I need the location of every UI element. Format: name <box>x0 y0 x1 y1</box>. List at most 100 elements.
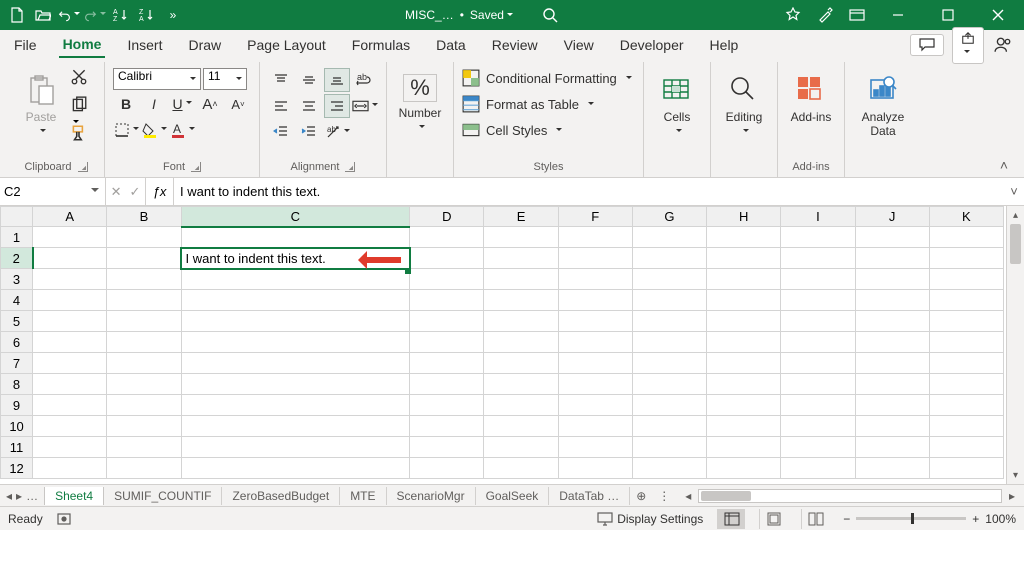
tab-home[interactable]: Home <box>59 32 106 58</box>
sort-asc-icon[interactable]: AZ <box>110 4 132 26</box>
open-file-icon[interactable] <box>32 4 54 26</box>
addins-button[interactable]: Add-ins <box>786 68 836 156</box>
borders-button[interactable] <box>113 118 139 142</box>
conditional-formatting-button[interactable]: Conditional Formatting <box>462 68 632 88</box>
comments-button[interactable] <box>910 34 944 56</box>
new-file-icon[interactable] <box>6 4 28 26</box>
premium-icon[interactable] <box>782 4 804 26</box>
sheet-tab[interactable]: ZeroBasedBudget <box>222 487 340 505</box>
fx-icon[interactable]: ƒx <box>146 178 174 205</box>
tab-data[interactable]: Data <box>432 33 470 57</box>
view-page-layout-icon[interactable] <box>759 509 787 529</box>
row-header[interactable]: 1 <box>1 227 33 248</box>
tab-page-layout[interactable]: Page Layout <box>243 33 330 57</box>
row-header[interactable]: 11 <box>1 437 33 458</box>
align-left-icon[interactable] <box>268 94 294 118</box>
expand-formula-bar-icon[interactable]: ˅ <box>1004 178 1024 205</box>
number-format-button[interactable]: % Number <box>395 68 445 156</box>
underline-button[interactable]: U <box>169 92 195 116</box>
col-header[interactable]: D <box>410 207 484 227</box>
format-painter-icon[interactable] <box>70 124 96 150</box>
row-header[interactable]: 4 <box>1 290 33 311</box>
row-header[interactable]: 7 <box>1 353 33 374</box>
row-header[interactable]: 2 <box>1 248 33 269</box>
sheet-tab[interactable]: ScenarioMgr <box>387 487 476 505</box>
sheet-tab[interactable]: SUMIF_COUNTIF <box>104 487 222 505</box>
paste-dropdown-icon[interactable] <box>37 124 46 138</box>
editing-button[interactable]: Editing <box>719 68 769 156</box>
tab-file[interactable]: File <box>10 33 41 57</box>
sheet-nav-prev-icon[interactable]: ◂ <box>6 489 12 503</box>
sheet-nav-next-icon[interactable]: ▸ <box>16 489 22 503</box>
row-header[interactable]: 8 <box>1 374 33 395</box>
close-button[interactable] <box>978 0 1018 30</box>
view-page-break-icon[interactable] <box>801 509 829 529</box>
sheet-tab[interactable]: MTE <box>340 487 386 505</box>
col-header[interactable]: K <box>929 207 1003 227</box>
col-header[interactable]: C <box>181 207 410 227</box>
qat-more-icon[interactable]: » <box>162 4 184 26</box>
account-icon[interactable] <box>992 34 1014 56</box>
col-header[interactable]: H <box>707 207 781 227</box>
enter-formula-icon[interactable]: ✓ <box>130 184 141 200</box>
maximize-button[interactable] <box>928 0 968 30</box>
tab-view[interactable]: View <box>560 33 598 57</box>
zoom-in-icon[interactable]: + <box>972 512 979 526</box>
hscroll-left-icon[interactable]: ◂ <box>680 489 696 503</box>
collapse-ribbon-icon[interactable]: ˄ <box>992 62 1016 177</box>
search-icon[interactable] <box>539 4 561 26</box>
hscroll-thumb[interactable] <box>701 491 751 501</box>
redo-icon[interactable] <box>84 4 106 26</box>
ribbon-mode-icon[interactable] <box>846 4 868 26</box>
zoom-slider[interactable] <box>856 517 966 520</box>
sheet-nav-more[interactable]: … <box>26 489 38 503</box>
select-all-corner[interactable] <box>1 207 33 227</box>
sort-desc-icon[interactable]: ZA <box>136 4 158 26</box>
analyze-data-button[interactable]: Analyze Data <box>853 68 913 156</box>
tab-draw[interactable]: Draw <box>184 33 225 57</box>
row-header[interactable]: 6 <box>1 332 33 353</box>
view-normal-icon[interactable] <box>717 509 745 529</box>
bold-button[interactable]: B <box>113 92 139 116</box>
tab-help[interactable]: Help <box>706 33 743 57</box>
hscroll-right-icon[interactable]: ▸ <box>1004 489 1020 503</box>
cancel-formula-icon[interactable]: ✕ <box>111 184 122 200</box>
row-header[interactable]: 12 <box>1 458 33 479</box>
cells-button[interactable]: Cells <box>652 68 702 156</box>
number-dropdown-icon[interactable] <box>416 120 425 134</box>
col-header[interactable]: J <box>855 207 929 227</box>
cells-table[interactable]: A B C D E F G H I J K 1 2I want to inden… <box>0 206 1004 479</box>
font-color-button[interactable]: A <box>169 118 195 142</box>
display-settings-button[interactable]: Display Settings <box>597 512 703 526</box>
col-header[interactable]: A <box>33 207 107 227</box>
macro-record-icon[interactable] <box>57 512 73 526</box>
minimize-button[interactable] <box>878 0 918 30</box>
grow-font-button[interactable]: A˄ <box>197 92 223 116</box>
name-box[interactable]: C2 <box>0 178 106 205</box>
tab-formulas[interactable]: Formulas <box>348 33 414 57</box>
increase-indent-icon[interactable] <box>296 120 322 144</box>
col-header[interactable]: F <box>558 207 632 227</box>
row-header[interactable]: 5 <box>1 311 33 332</box>
font-name-combo[interactable]: Calibri <box>113 68 201 90</box>
scroll-up-icon[interactable]: ▴ <box>1007 206 1024 224</box>
orientation-icon[interactable]: ab <box>324 120 350 144</box>
decrease-indent-icon[interactable] <box>268 120 294 144</box>
vertical-scrollbar[interactable]: ▴ ▾ <box>1006 206 1024 484</box>
zoom-control[interactable]: − + 100% <box>843 512 1016 526</box>
align-top-icon[interactable] <box>268 68 294 92</box>
col-header[interactable]: I <box>781 207 855 227</box>
row-header[interactable]: 3 <box>1 269 33 290</box>
sheet-tab[interactable]: GoalSeek <box>476 487 550 505</box>
merge-center-icon[interactable] <box>352 94 378 118</box>
zoom-value[interactable]: 100% <box>985 512 1016 526</box>
wrap-text-icon[interactable]: ab <box>352 68 378 92</box>
coming-soon-icon[interactable] <box>814 4 836 26</box>
scroll-down-icon[interactable]: ▾ <box>1007 466 1024 484</box>
tab-developer[interactable]: Developer <box>616 33 688 57</box>
new-sheet-icon[interactable]: ⊕ <box>630 489 652 503</box>
align-right-icon[interactable] <box>324 94 350 118</box>
scroll-thumb[interactable] <box>1010 224 1021 264</box>
zoom-out-icon[interactable]: − <box>843 512 850 526</box>
sheet-tab-active[interactable]: Sheet4 <box>44 487 104 505</box>
